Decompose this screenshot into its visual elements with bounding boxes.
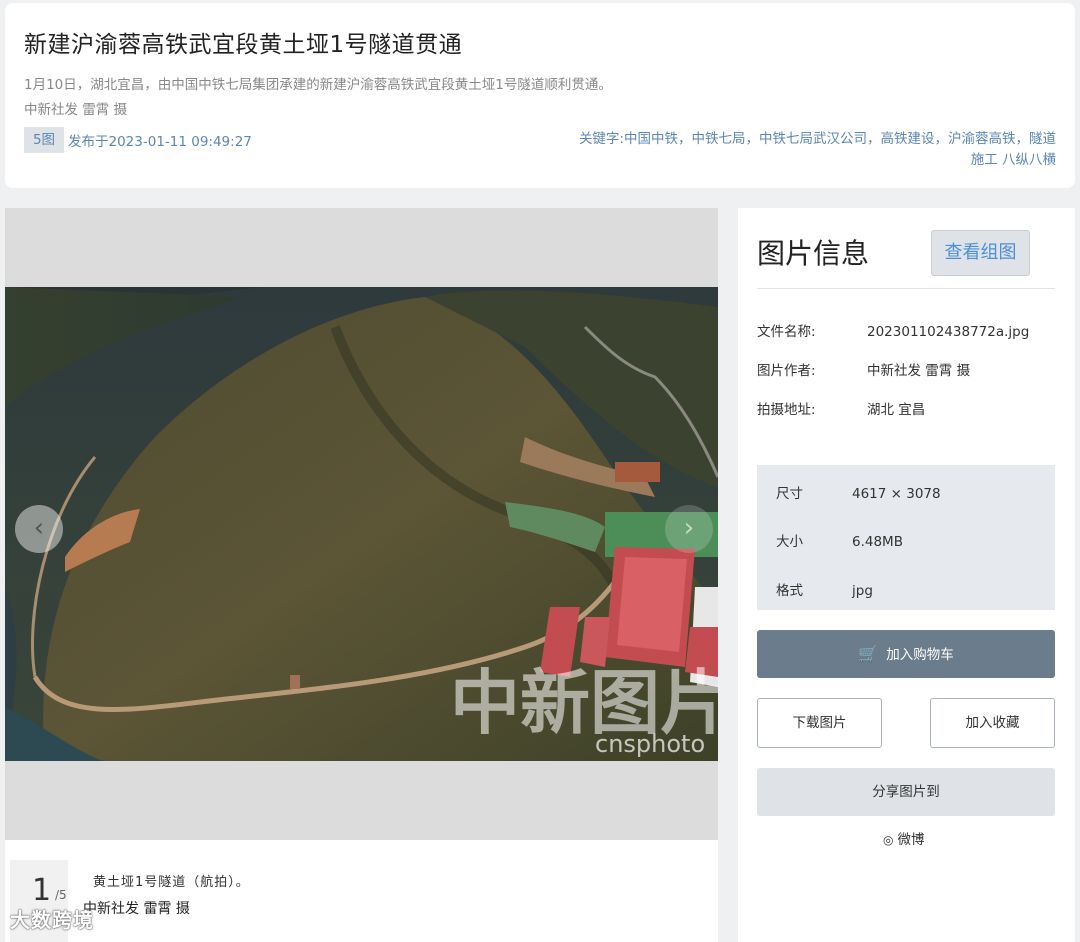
- image-info-panel: 图片信息 查看组图 文件名称: 202301102438772a.jpg 图片作者…: [738, 208, 1075, 942]
- main-photo: 中新图片 cnsphoto: [5, 287, 718, 761]
- pager-total: /5: [55, 888, 67, 902]
- dimension-row: 尺寸 4617 × 3078: [776, 482, 941, 502]
- filename-row: 文件名称: 202301102438772a.jpg: [757, 320, 1029, 340]
- dimension-label: 尺寸: [776, 486, 803, 502]
- publish-date: 发布于2023-01-11 09:49:27: [68, 134, 252, 150]
- photo-viewer: 中新图片 cnsphoto ‹ ›: [5, 208, 718, 840]
- keywords: 关键字:中国中铁，中铁七局，中铁七局武汉公司，高铁建设，沪渝蓉高铁，隧道 施工 …: [556, 129, 1056, 171]
- keywords-list-cont[interactable]: 施工 八纵八横: [556, 150, 1056, 171]
- favorite-button[interactable]: 加入收藏: [930, 698, 1055, 748]
- cart-icon: 🛒: [858, 644, 879, 663]
- format-row: 格式 jpg: [776, 579, 873, 599]
- spec-box: 尺寸 4617 × 3078 大小 6.48MB 格式 jpg: [757, 465, 1055, 610]
- article-credit: 中新社发 雷霄 摄: [24, 102, 128, 118]
- author-row: 图片作者: 中新社发 雷霄 摄: [757, 359, 970, 379]
- location-row: 拍摄地址: 湖北 宜昌: [757, 398, 925, 418]
- article-header: 新建沪渝蓉高铁武宜段黄土垭1号隧道贯通 1月10日，湖北宜昌，由中国中铁七局集团…: [5, 3, 1075, 188]
- caption-area: 1 /5 黄土垭1号隧道（航拍）。 中新社发 雷霄 摄 大数跨境: [5, 840, 718, 942]
- view-group-button[interactable]: 查看组图: [931, 230, 1030, 276]
- filesize-row: 大小 6.48MB: [776, 530, 903, 550]
- article-title: 新建沪渝蓉高铁武宜段黄土垭1号隧道贯通: [24, 32, 463, 58]
- weibo-label: 微博: [897, 832, 925, 848]
- photo-caption: 黄土垭1号隧道（航拍）。: [93, 875, 250, 890]
- next-arrow-icon[interactable]: ›: [665, 505, 713, 553]
- photo-count-badge[interactable]: 5图: [24, 127, 64, 153]
- format-value: jpg: [852, 583, 873, 599]
- author-value: 中新社发 雷霄 摄: [867, 363, 971, 379]
- filesize-value: 6.48MB: [852, 534, 903, 550]
- download-button[interactable]: 下载图片: [757, 698, 882, 748]
- author-label: 图片作者:: [757, 363, 816, 379]
- divider: [757, 288, 1055, 289]
- keywords-label: 关键字:: [578, 131, 624, 147]
- watermark-en: cnsphoto: [595, 730, 705, 758]
- weibo-share-link[interactable]: ◎ 微博: [883, 828, 924, 848]
- add-to-cart-button[interactable]: 🛒 加入购物车: [757, 630, 1055, 678]
- filesize-label: 大小: [776, 534, 803, 550]
- photo-credit: 中新社发 雷霄 摄: [83, 901, 190, 917]
- brand-watermark: 大数跨境: [10, 908, 94, 932]
- article-description: 1月10日，湖北宜昌，由中国中铁七局集团承建的新建沪渝蓉高铁武宜段黄土垭1号隧道…: [24, 77, 612, 93]
- location-value: 湖北 宜昌: [867, 402, 926, 418]
- info-title: 图片信息: [757, 237, 870, 270]
- weibo-icon: ◎: [883, 833, 894, 847]
- add-to-cart-label: 加入购物车: [886, 647, 954, 663]
- prev-arrow-icon[interactable]: ‹: [15, 505, 63, 553]
- dimension-value: 4617 × 3078: [852, 486, 941, 502]
- share-button[interactable]: 分享图片到: [757, 768, 1055, 816]
- pager-current: 1: [32, 873, 52, 908]
- keywords-list[interactable]: 中国中铁，中铁七局，中铁七局武汉公司，高铁建设，沪渝蓉高铁，隧道: [624, 131, 1056, 147]
- filename-value: 202301102438772a.jpg: [867, 324, 1030, 340]
- format-label: 格式: [776, 583, 803, 599]
- filename-label: 文件名称:: [757, 324, 816, 340]
- location-label: 拍摄地址:: [757, 402, 816, 418]
